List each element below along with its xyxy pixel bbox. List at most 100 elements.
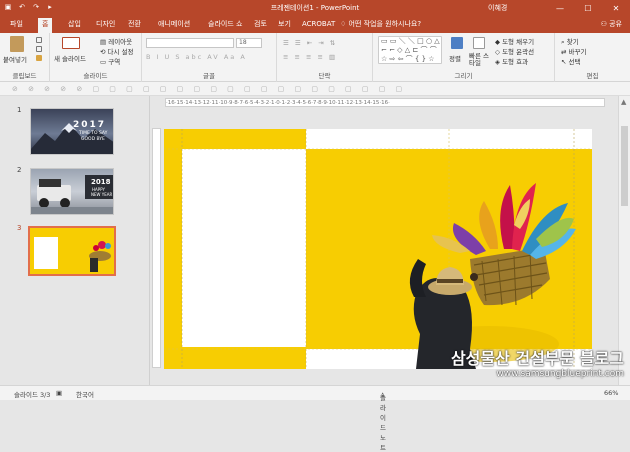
group-slides: 새 슬라이드 ▤ 레이아웃 ⟲ 다시 설정 ▭ 구역 슬라이드 bbox=[50, 33, 142, 82]
cursor-icon: ↖ bbox=[561, 58, 569, 66]
minimize-button[interactable]: — bbox=[546, 0, 574, 16]
layout-icon: ▤ bbox=[100, 38, 109, 46]
vertical-ruler bbox=[152, 128, 161, 368]
quick-styles-icon[interactable] bbox=[473, 37, 485, 49]
shape-outline-label: 도형 윤곽선 bbox=[502, 48, 535, 56]
language-indicator[interactable]: 한국어 bbox=[76, 389, 94, 399]
replace-icon: ⇄ bbox=[561, 48, 569, 56]
slide-canvas[interactable] bbox=[164, 129, 592, 369]
reset-label: 다시 설정 bbox=[107, 48, 134, 56]
blog-watermark: 삼성물산 건설부문 블로그 www.samsungblueprint.com bbox=[420, 349, 630, 380]
editing-group-label: 편집 bbox=[586, 72, 599, 80]
paste-icon[interactable] bbox=[10, 36, 24, 52]
tab-slideshow[interactable]: 슬라이드 쇼 bbox=[204, 18, 246, 33]
group-drawing: ▭ ▭ ＼ ＼ □ ○ △ ⌐ ⌐ ◇ △ ⊏ ⌒ ⌒ ☆ ⇨ ⇦ ⌒ { } ☆ … bbox=[373, 33, 555, 82]
group-font: 18 B I U S abc AV Aa A 글꼴 bbox=[142, 33, 277, 82]
arrange-button[interactable]: 정렬 bbox=[449, 53, 461, 63]
tab-transitions[interactable]: 전환 bbox=[124, 18, 145, 33]
share-label: 공유 bbox=[609, 20, 622, 28]
group-paragraph: ☰ ☰ ⇤ ⇥ ⇅ ≡ ≡ ≡ ≡ ▥ 단락 bbox=[277, 33, 373, 82]
shape-effects-button[interactable]: ◈ 도형 효과 bbox=[495, 56, 528, 66]
layout-button[interactable]: ▤ 레이아웃 bbox=[100, 36, 132, 46]
arrange-icon[interactable] bbox=[451, 37, 463, 49]
slide-thumbnail-3[interactable] bbox=[28, 226, 116, 276]
thumb2-line3: NEW YEAR bbox=[91, 192, 113, 197]
thumb1-year: 2017 bbox=[73, 120, 107, 130]
slide-thumbnail-1[interactable]: 2017 TIME TO SAY GOOD BYE bbox=[30, 108, 114, 155]
ribbon: 붙여넣기 클립보드 새 슬라이드 ▤ 레이아웃 ⟲ 다시 설정 ▭ 구역 슬라이… bbox=[0, 33, 630, 82]
thumb2-year: 2018 bbox=[91, 178, 111, 186]
tell-me-box[interactable]: ♢ 어떤 작업을 원하시나요? bbox=[340, 18, 421, 31]
reset-button[interactable]: ⟲ 다시 설정 bbox=[100, 46, 134, 56]
tab-file[interactable]: 파일 bbox=[6, 18, 27, 33]
scroll-up-icon[interactable]: ▲ bbox=[621, 98, 626, 106]
new-slide-icon[interactable] bbox=[62, 37, 80, 49]
notes-label: 슬라이드 노트 bbox=[380, 394, 386, 452]
shape-effects-label: 도형 효과 bbox=[502, 58, 529, 66]
window-title: 프레젠테이션1 - PowerPoint bbox=[270, 4, 360, 12]
section-label: 구역 bbox=[108, 58, 121, 66]
status-bar: 슬라이드 3/3 ▣ 한국어 ≙ 슬라이드 노트 66% bbox=[0, 385, 630, 452]
user-name[interactable]: 이혜경 bbox=[488, 3, 507, 13]
feather-flowers bbox=[432, 183, 576, 259]
font-size-combo[interactable]: 18 bbox=[236, 38, 262, 48]
title-bar: ▣ ↶ ↷ ▸ 프레젠테이션1 - PowerPoint 이혜경 — ☐ ✕ bbox=[0, 0, 630, 16]
shape-fill-button[interactable]: ◆ 도형 채우기 bbox=[495, 36, 534, 46]
tab-insert[interactable]: 삽입 bbox=[64, 18, 85, 33]
paste-button[interactable]: 붙여넣기 bbox=[3, 54, 27, 64]
format-painter-icon[interactable] bbox=[36, 55, 42, 61]
slide-thumbnail-panel: 1 2017 TIME TO SAY GOOD BYE 2 2018 HAPPY… bbox=[0, 96, 150, 385]
flower-basket-photo bbox=[164, 129, 592, 369]
select-label: 선택 bbox=[568, 58, 581, 66]
cut-icon[interactable] bbox=[36, 37, 42, 43]
align-buttons-row[interactable]: ≡ ≡ ≡ ≡ ▥ bbox=[283, 53, 337, 61]
ribbon-tab-bar: 파일 홈 삽입 디자인 전환 애니메이션 슬라이드 쇼 검토 보기 ACROBA… bbox=[0, 16, 630, 33]
zoom-level[interactable]: 66% bbox=[604, 389, 618, 397]
replace-button[interactable]: ⇄ 바꾸기 bbox=[561, 46, 586, 56]
find-label: 찾기 bbox=[566, 38, 579, 46]
quick-styles-button[interactable]: 빠른 스타일 bbox=[469, 53, 491, 67]
copy-icon[interactable] bbox=[36, 46, 42, 52]
shape-outline-button[interactable]: ◇ 도형 윤곽선 bbox=[495, 46, 534, 56]
new-slide-button[interactable]: 새 슬라이드 bbox=[54, 53, 86, 63]
person-icon: ⚇ bbox=[600, 20, 610, 28]
tab-review[interactable]: 검토 bbox=[250, 18, 271, 33]
close-button[interactable]: ✕ bbox=[602, 0, 630, 16]
tab-animations[interactable]: 애니메이션 bbox=[154, 18, 194, 33]
paragraph-group-label: 단락 bbox=[318, 72, 331, 80]
list-buttons-row[interactable]: ☰ ☰ ⇤ ⇥ ⇅ bbox=[283, 39, 337, 47]
select-button[interactable]: ↖ 선택 bbox=[561, 56, 580, 66]
font-format-row[interactable]: B I U S abc AV Aa A bbox=[146, 53, 247, 61]
font-group-label: 글꼴 bbox=[203, 72, 215, 80]
spellcheck-icon[interactable]: ▣ bbox=[56, 389, 62, 397]
tab-view[interactable]: 보기 bbox=[274, 18, 295, 33]
horizontal-ruler: ·16·15·14·13·12·11·10·9·8·7·6·5·4·3·2·1·… bbox=[165, 98, 605, 107]
font-name-combo[interactable] bbox=[146, 38, 234, 48]
shapes-gallery[interactable]: ▭ ▭ ＼ ＼ □ ○ △ ⌐ ⌐ ◇ △ ⊏ ⌒ ⌒ ☆ ⇨ ⇦ ⌒ { } ☆ bbox=[378, 36, 442, 64]
vertical-scrollbar[interactable]: ▲ bbox=[618, 96, 630, 385]
thumb-number-1: 1 bbox=[17, 106, 22, 114]
thumb-number-3: 3 bbox=[17, 224, 22, 232]
lightbulb-icon: ♢ bbox=[340, 20, 349, 28]
clipboard-group-label: 클립보드 bbox=[12, 72, 37, 80]
group-clipboard: 붙여넣기 클립보드 bbox=[0, 33, 50, 82]
group-editing: ⌕ 찾기 ⇄ 바꾸기 ↖ 선택 편집 bbox=[555, 33, 630, 82]
maximize-button[interactable]: ☐ bbox=[574, 0, 602, 16]
shape-fill-label: 도형 채우기 bbox=[502, 38, 535, 46]
slide-thumbnail-2[interactable]: 2018 HAPPY NEW YEAR bbox=[30, 168, 114, 215]
drawing-toolbar-row: ⊘ ⊘ ⊘ ⊘ ⊘ ▢ ▢ ▢ ▢ ▢ ▢ ▢ ▢ ▢ ▢ ▢ ▢ ▢ ▢ ▢ … bbox=[0, 82, 630, 96]
tab-acrobat[interactable]: ACROBAT bbox=[298, 18, 339, 33]
toolbar-icons[interactable]: ⊘ ⊘ ⊘ ⊘ ⊘ ▢ ▢ ▢ ▢ ▢ ▢ ▢ ▢ ▢ ▢ ▢ ▢ ▢ ▢ ▢ … bbox=[12, 85, 406, 93]
slide-counter: 슬라이드 3/3 bbox=[14, 391, 51, 399]
share-button[interactable]: ⚇ 공유 bbox=[601, 18, 622, 31]
tab-home[interactable]: 홈 bbox=[38, 18, 53, 33]
thumb3-flower-basket bbox=[89, 241, 111, 272]
layout-label: 레이아웃 bbox=[108, 38, 133, 46]
section-button[interactable]: ▭ 구역 bbox=[100, 56, 120, 66]
watermark-url: www.samsungblueprint.com bbox=[496, 369, 624, 379]
thumb1-line3: GOOD BYE bbox=[81, 137, 105, 142]
scroll-thumb[interactable] bbox=[621, 126, 628, 206]
tab-design[interactable]: 디자인 bbox=[92, 18, 119, 33]
reset-icon: ⟲ bbox=[100, 48, 108, 56]
replace-label: 바꾸기 bbox=[568, 48, 587, 56]
